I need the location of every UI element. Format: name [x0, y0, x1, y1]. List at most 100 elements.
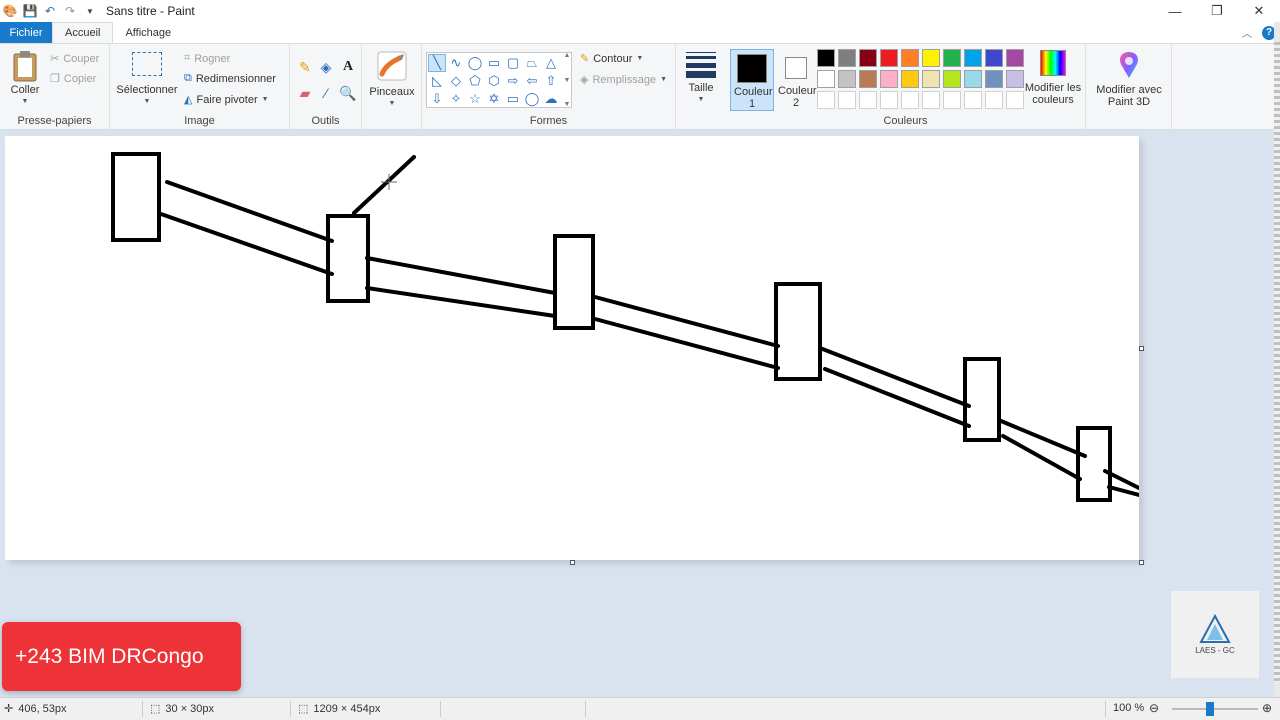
- drawing-canvas[interactable]: [5, 136, 1139, 560]
- color-picker-icon[interactable]: ⁄: [317, 84, 335, 102]
- custom-color-slot[interactable]: [922, 91, 940, 109]
- canvas-resize-handle-bottom[interactable]: [570, 560, 575, 565]
- zoom-out-button[interactable]: ⊖: [1149, 701, 1159, 715]
- palette-swatch[interactable]: [943, 70, 961, 88]
- palette-swatch[interactable]: [838, 49, 856, 67]
- shape-pentagon[interactable]: ⬠: [466, 72, 484, 90]
- shape-line[interactable]: ╲: [428, 54, 446, 72]
- close-button[interactable]: ✕: [1238, 0, 1280, 22]
- outline-label: Contour: [593, 52, 633, 65]
- shape-five-point-star[interactable]: ☆: [466, 90, 484, 108]
- rotate-button[interactable]: ◭ Faire pivoter ▼: [184, 93, 269, 107]
- paste-button[interactable]: Coller ▼: [8, 50, 42, 108]
- canvas-resize-handle-right[interactable]: [1139, 346, 1144, 351]
- fill-bucket-icon[interactable]: ◈: [317, 58, 335, 76]
- shapes-scroll[interactable]: ▲ ▼ ▼: [562, 52, 572, 108]
- custom-color-slot[interactable]: [901, 91, 919, 109]
- tab-file[interactable]: Fichier: [0, 22, 52, 43]
- custom-color-slot[interactable]: [985, 91, 1003, 109]
- copy-button[interactable]: ❐ Copier: [50, 72, 96, 86]
- collapse-ribbon-icon[interactable]: ︿: [1242, 25, 1252, 40]
- customize-toolbar-icon[interactable]: ▼: [82, 3, 98, 19]
- custom-color-slot[interactable]: [943, 91, 961, 109]
- palette-swatch[interactable]: [922, 70, 940, 88]
- shape-right-arrow[interactable]: ⇨: [504, 72, 522, 90]
- canvas-resize-handle-corner[interactable]: [1139, 560, 1144, 565]
- undo-icon[interactable]: ↶: [42, 3, 58, 19]
- pencil-icon[interactable]: ✎: [296, 58, 314, 76]
- shape-left-arrow[interactable]: ⇦: [523, 72, 541, 90]
- restore-button[interactable]: ❐: [1196, 0, 1238, 22]
- scroll-down-icon[interactable]: ▼: [564, 77, 571, 84]
- eraser-icon[interactable]: ▰: [296, 84, 314, 102]
- expand-gallery-icon[interactable]: ▼: [564, 101, 571, 108]
- shape-triangle[interactable]: △: [542, 54, 560, 72]
- cut-button[interactable]: ✂ Couper: [50, 52, 99, 66]
- shape-rounded-rectangle[interactable]: ▢: [504, 54, 522, 72]
- palette-swatch[interactable]: [817, 70, 835, 88]
- shape-oval[interactable]: ◯: [466, 54, 484, 72]
- select-button[interactable]: Sélectionner ▼: [116, 52, 178, 108]
- palette-swatch[interactable]: [964, 70, 982, 88]
- shape-diamond[interactable]: ◇: [447, 72, 465, 90]
- custom-color-slot[interactable]: [880, 91, 898, 109]
- palette-swatch[interactable]: [880, 49, 898, 67]
- palette-swatch[interactable]: [817, 49, 835, 67]
- resize-button[interactable]: ⧉ Redimensionner: [184, 72, 276, 85]
- shape-down-arrow[interactable]: ⇩: [428, 90, 446, 108]
- palette-swatch[interactable]: [985, 70, 1003, 88]
- color1-button[interactable]: Couleur 1: [730, 49, 774, 111]
- palette-swatch[interactable]: [922, 49, 940, 67]
- custom-color-slot[interactable]: [817, 91, 835, 109]
- shape-up-arrow[interactable]: ⇧: [542, 72, 560, 90]
- fill-button[interactable]: ◈ Remplissage ▼: [580, 73, 667, 87]
- vertical-scrollbar[interactable]: [1274, 22, 1280, 698]
- palette-swatch[interactable]: [901, 49, 919, 67]
- palette-swatch[interactable]: [901, 70, 919, 88]
- zoom-slider-thumb[interactable]: [1205, 702, 1214, 716]
- outline-button[interactable]: ✎ Contour ▼: [580, 52, 644, 66]
- custom-color-slot[interactable]: [838, 91, 856, 109]
- shapes-gallery: ╲ ∿ ◯ ▭ ▢ ⏢ △ ◺ ◇ ⬠ ⬡ ⇨ ⇦ ⇧ ⇩ ✧ ☆ ✡ ▭ ◯ …: [426, 52, 572, 108]
- save-icon[interactable]: 💾: [22, 3, 38, 19]
- drawn-line: [1001, 434, 1082, 481]
- zoom-slider[interactable]: [1172, 708, 1258, 710]
- brushes-button[interactable]: Pinceaux ▼: [367, 50, 417, 110]
- tab-view[interactable]: Affichage: [113, 22, 183, 43]
- color-palette: [817, 49, 1027, 111]
- shape-six-point-star[interactable]: ✡: [485, 90, 503, 108]
- magnifier-icon[interactable]: 🔍: [339, 84, 357, 102]
- palette-swatch[interactable]: [943, 49, 961, 67]
- palette-swatch[interactable]: [985, 49, 1003, 67]
- shape-oval-callout[interactable]: ◯: [523, 90, 541, 108]
- shape-right-triangle[interactable]: ◺: [428, 72, 446, 90]
- shape-curve[interactable]: ∿: [447, 54, 465, 72]
- text-icon[interactable]: A: [339, 58, 357, 76]
- paint-app-icon[interactable]: 🎨: [2, 3, 18, 19]
- custom-color-slot[interactable]: [964, 91, 982, 109]
- zoom-in-button[interactable]: ⊕: [1262, 701, 1272, 715]
- color2-button[interactable]: Couleur 2: [776, 53, 817, 109]
- edit-with-paint3d-button[interactable]: Modifier avec Paint 3D: [1092, 50, 1166, 108]
- palette-swatch[interactable]: [838, 70, 856, 88]
- shape-polygon[interactable]: ⏢: [523, 54, 541, 72]
- tab-home[interactable]: Accueil: [52, 22, 114, 43]
- size-button[interactable]: Taille ▼: [680, 52, 722, 106]
- redo-icon[interactable]: ↷: [62, 3, 78, 19]
- shape-rectangle[interactable]: ▭: [485, 54, 503, 72]
- palette-swatch[interactable]: [880, 70, 898, 88]
- custom-color-slot[interactable]: [859, 91, 877, 109]
- scroll-up-icon[interactable]: ▲: [564, 52, 571, 59]
- shape-hexagon[interactable]: ⬡: [485, 72, 503, 90]
- palette-swatch[interactable]: [859, 49, 877, 67]
- shape-cloud-callout[interactable]: ☁: [542, 90, 560, 108]
- crop-button[interactable]: ⌗ Rogner: [184, 52, 230, 65]
- palette-swatch[interactable]: [859, 70, 877, 88]
- shape-rect-callout[interactable]: ▭: [504, 90, 522, 108]
- drawn-rectangle: [774, 282, 822, 381]
- shape-four-point-star[interactable]: ✧: [447, 90, 465, 108]
- palette-swatch[interactable]: [964, 49, 982, 67]
- edit-colors-button[interactable]: Modifier les couleurs: [1022, 50, 1084, 106]
- chevron-down-icon: ▼: [636, 55, 644, 62]
- minimize-button[interactable]: —: [1154, 0, 1196, 22]
